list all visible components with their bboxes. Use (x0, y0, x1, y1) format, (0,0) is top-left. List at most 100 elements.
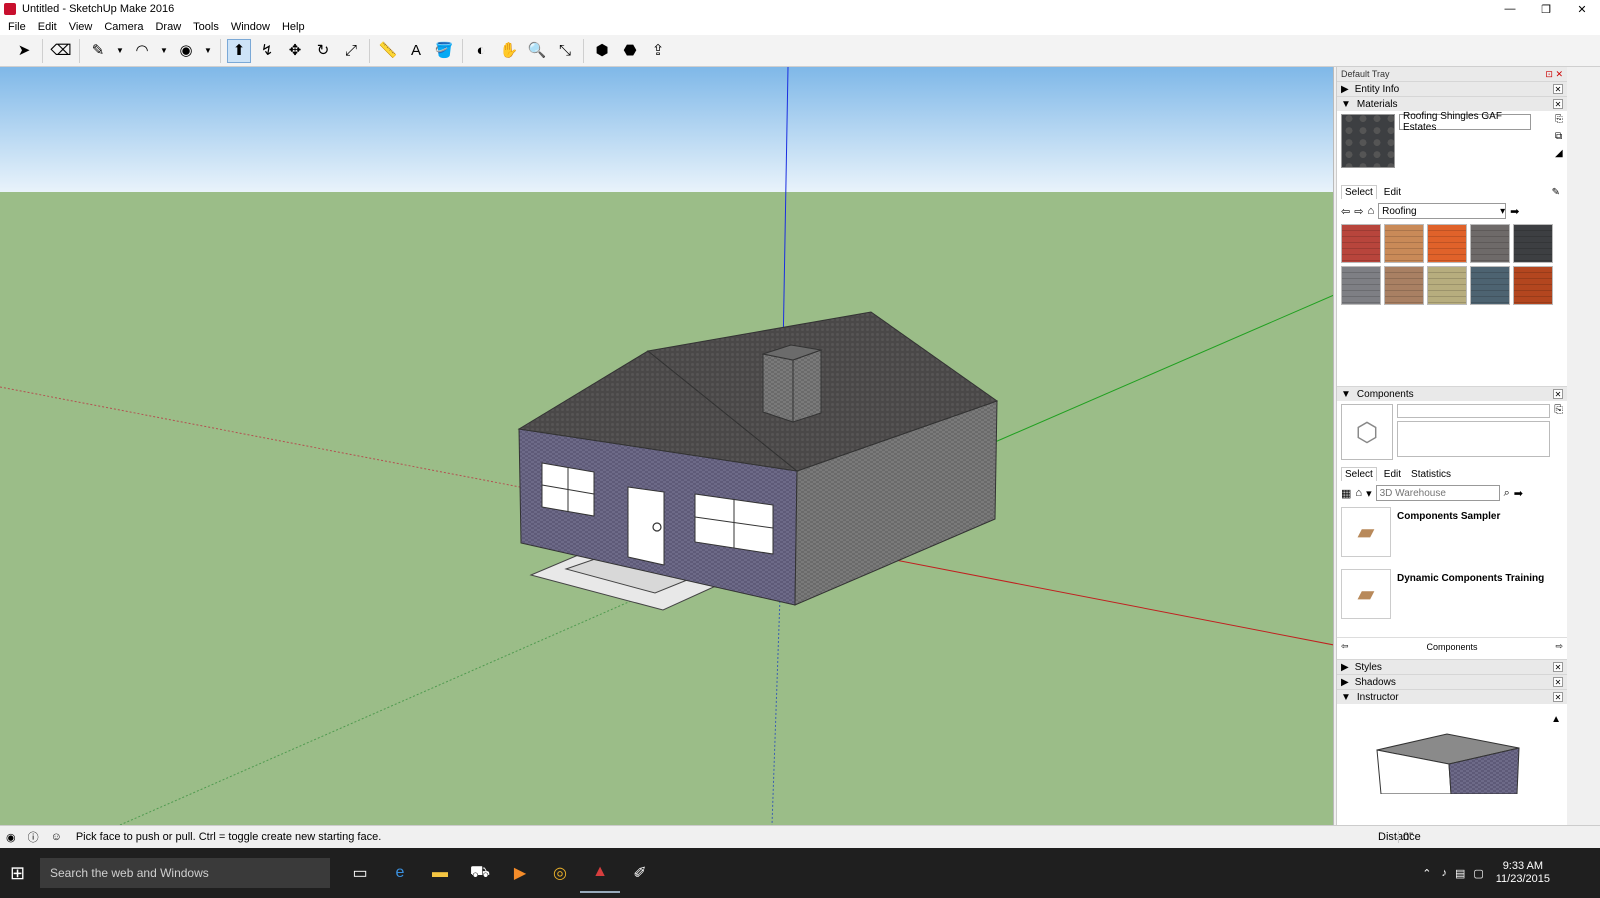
dropdown-arrow-icon[interactable]: ▼ (158, 39, 170, 63)
components-panel-header[interactable]: ▼ Components ✕ (1337, 386, 1567, 401)
volume-icon[interactable]: ♪ (1441, 867, 1447, 879)
instructor-panel-header[interactable]: ▼ Instructor ✕ (1337, 689, 1567, 704)
menu-camera[interactable]: Camera (98, 21, 149, 33)
back-arrow-icon[interactable]: ⇦ (1341, 205, 1350, 218)
styles-panel-header[interactable]: ▶ Styles ✕ (1337, 659, 1567, 674)
notifications-icon[interactable]: ▢ (1473, 867, 1483, 880)
menu-edit[interactable]: Edit (32, 21, 63, 33)
create-component-icon[interactable]: ⎘ (1554, 404, 1563, 462)
store-icon[interactable]: ⛟ (460, 853, 500, 893)
pan-tool[interactable]: ✋ (497, 39, 521, 63)
chrome-icon[interactable]: ◎ (540, 853, 580, 893)
tab-edit[interactable]: Edit (1381, 186, 1404, 199)
material-swatch[interactable] (1513, 224, 1553, 263)
create-material-icon[interactable]: ⎘ (1555, 114, 1563, 125)
chevron-down-icon[interactable]: ▾ (1366, 487, 1372, 500)
component-name-field[interactable] (1397, 404, 1551, 418)
material-collection-select[interactable]: Roofing ▾ (1378, 203, 1507, 219)
material-swatch[interactable] (1341, 266, 1381, 305)
media-player-icon[interactable]: ▶ (500, 853, 540, 893)
pencil-tool[interactable]: ✎ (86, 39, 110, 63)
user-icon[interactable]: ☺ (51, 831, 62, 843)
dropdown-arrow-icon[interactable]: ▼ (202, 39, 214, 63)
paint-icon[interactable]: ✐ (620, 853, 660, 893)
panel-close-icon[interactable]: ✕ (1553, 677, 1563, 687)
warehouse-search-input[interactable] (1375, 485, 1500, 501)
menu-view[interactable]: View (63, 21, 99, 33)
material-swatch[interactable] (1384, 224, 1424, 263)
material-swatch[interactable] (1513, 266, 1553, 305)
tray-pin-close-icons[interactable]: ⊡ ✕ (1545, 69, 1563, 80)
dropdown-arrow-icon[interactable]: ▼ (114, 39, 126, 63)
eraser-tool[interactable]: ⌫ (49, 39, 73, 63)
home-icon[interactable]: ⌂ (1367, 205, 1374, 217)
file-explorer-icon[interactable]: ▬ (420, 853, 460, 893)
search-icon[interactable]: ⌕ (1504, 487, 1510, 500)
extension-tool[interactable]: ⬣ (618, 39, 642, 63)
menu-help[interactable]: Help (276, 21, 311, 33)
taskbar-search[interactable]: Search the web and Windows (40, 858, 330, 888)
material-swatch[interactable] (1427, 224, 1467, 263)
details-arrow-icon[interactable]: ➡ (1514, 487, 1523, 500)
share-model-tool[interactable]: ⇪ (646, 39, 670, 63)
scene-canvas[interactable] (0, 67, 1334, 825)
paint-bucket-tool[interactable]: 🪣 (432, 39, 456, 63)
close-button[interactable]: ✕ (1564, 0, 1600, 18)
arc-tool[interactable]: ◠ (130, 39, 154, 63)
shape-tool[interactable]: ◉ (174, 39, 198, 63)
component-description-field[interactable] (1397, 421, 1551, 457)
home-icon[interactable]: ⌂ (1355, 487, 1362, 499)
start-windows-icon[interactable]: ⊞ (10, 863, 25, 884)
tape-measure-tool[interactable]: 📏 (376, 39, 400, 63)
panel-close-icon[interactable]: ✕ (1553, 662, 1563, 672)
3d-viewport[interactable] (0, 67, 1334, 825)
zoom-tool[interactable]: 🔍 (525, 39, 549, 63)
clock-date[interactable]: 11/23/2015 (1496, 873, 1550, 886)
list-item[interactable]: ▰ Components Sampler (1341, 507, 1563, 569)
geo-location-icon[interactable]: ◉ (6, 831, 16, 844)
menu-window[interactable]: Window (225, 21, 276, 33)
minimize-button[interactable]: — (1492, 0, 1528, 18)
shadows-panel-header[interactable]: ▶ Shadows ✕ (1337, 674, 1567, 689)
forward-arrow-icon[interactable]: ⇨ (1354, 205, 1363, 218)
entity-info-panel-header[interactable]: ▶ Entity Info ✕ (1337, 81, 1567, 96)
list-item[interactable]: ▰ Dynamic Components Training (1341, 569, 1563, 631)
restore-button[interactable]: ❐ (1528, 0, 1564, 18)
panel-close-icon[interactable]: ✕ (1553, 389, 1563, 399)
panel-close-icon[interactable]: ✕ (1553, 99, 1563, 109)
menu-tools[interactable]: Tools (187, 21, 225, 33)
rotate-tool[interactable]: ↻ (311, 39, 335, 63)
eyedropper-icon[interactable]: ✎ (1549, 186, 1563, 199)
forward-arrow-icon[interactable]: ⇨ (1555, 641, 1563, 652)
edge-browser-icon[interactable]: e (380, 853, 420, 893)
network-icon[interactable]: ▤ (1455, 867, 1465, 880)
measurements-field[interactable]: 0" (1398, 831, 1558, 843)
credits-icon[interactable]: ⓘ (28, 829, 39, 845)
scale-tool[interactable]: ⤢ (339, 39, 363, 63)
push-pull-tool[interactable]: ⬆ (227, 38, 251, 63)
material-preview-swatch[interactable] (1341, 114, 1395, 168)
scroll-up-icon[interactable]: ▲ (1551, 714, 1561, 725)
tab-select[interactable]: Select (1341, 467, 1377, 481)
tab-edit[interactable]: Edit (1381, 468, 1404, 481)
material-name-field[interactable]: Roofing Shingles GAF Estates (1399, 111, 1531, 133)
sketchup-taskbar-icon[interactable]: ▲ (580, 853, 620, 893)
material-swatch[interactable] (1470, 266, 1510, 305)
menu-file[interactable]: File (2, 21, 32, 33)
tab-select[interactable]: Select (1341, 185, 1377, 199)
chevron-up-icon[interactable]: ⌃ (1422, 867, 1431, 880)
details-arrow-icon[interactable]: ➡ (1510, 205, 1519, 218)
view-options-icon[interactable]: ▦ (1341, 487, 1351, 500)
task-view-icon[interactable]: ▭ (340, 853, 380, 893)
material-swatch[interactable] (1341, 224, 1381, 263)
text-tool[interactable]: A (404, 39, 428, 63)
material-swatch[interactable] (1384, 266, 1424, 305)
material-swatch[interactable] (1470, 224, 1510, 263)
move-tool[interactable]: ✥ (283, 39, 307, 63)
offset-tool[interactable]: ↯ (255, 39, 279, 63)
material-swatch[interactable] (1427, 266, 1467, 305)
clock-time[interactable]: 9:33 AM (1503, 860, 1543, 873)
select-tool[interactable]: ➤ (12, 39, 36, 63)
back-arrow-icon[interactable]: ⇦ (1341, 641, 1349, 652)
materials-panel-header[interactable]: ▼ Materials ✕ (1337, 96, 1567, 111)
